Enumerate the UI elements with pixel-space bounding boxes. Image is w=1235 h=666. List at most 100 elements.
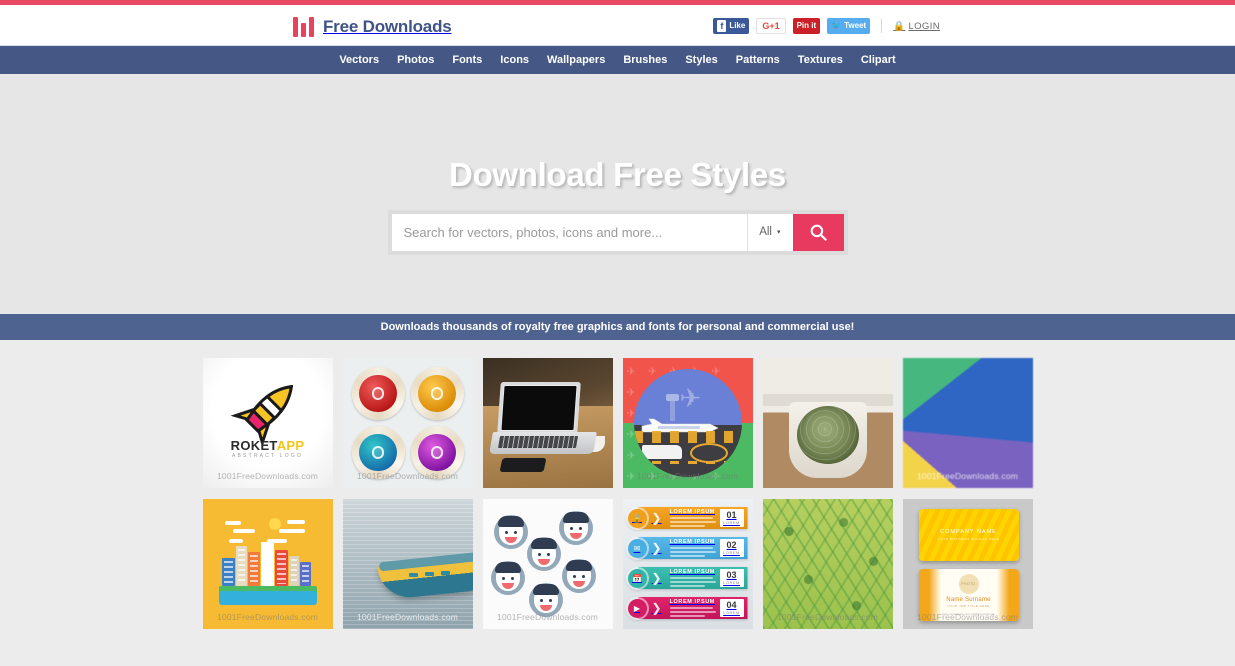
thumbnail-infographic[interactable]: 🔒 ❯ LOREM IPSUM 01 LOREM ✉ ❯ LOREM IPSUM — [622, 499, 753, 629]
login-label: LOGIN — [908, 20, 940, 32]
calendar-icon: 📅 — [627, 568, 647, 588]
thumbnail-laptop-photo[interactable] — [482, 358, 613, 488]
disc-grid — [351, 367, 464, 479]
business-card-front: COMPANY NAME YOUR BUSINESS SLOGAN HERE — [918, 509, 1019, 561]
lock-icon: 🔒 — [893, 20, 906, 32]
infographic-row: ▶ ❯ LOREM IPSUM 04 LOREM — [627, 595, 748, 621]
face-emoticon — [528, 583, 563, 617]
thumbnail-flat-city[interactable]: 1001FreeDownloads.com — [202, 499, 333, 629]
social-buttons: f Like G+1 Pin it 🐦 Tweet 🔒 LOGIN — [713, 18, 940, 34]
card-company-name: COMPANY NAME — [940, 529, 997, 535]
thumbnail-boat-photo[interactable]: 1001FreeDownloads.com — [342, 499, 473, 629]
thumbnail-gallery: ROKETAPP ABSTRACT LOGO 1001FreeDownloads… — [0, 340, 1235, 629]
twitter-icon: 🐦 — [831, 21, 842, 30]
thumbnail-leaf-pattern[interactable]: 1001FreeDownloads.com — [762, 499, 893, 629]
roketapp-title-1: ROKET — [230, 438, 277, 453]
infographic-number: 04 — [726, 600, 737, 610]
infographic-row: 🔒 ❯ LOREM IPSUM 01 LOREM — [627, 505, 748, 531]
google-plus-button[interactable]: G+1 — [756, 18, 786, 34]
nav-item-wallpapers[interactable]: Wallpapers — [538, 46, 614, 74]
video-icon: ▶ — [627, 598, 647, 618]
nav-item-patterns[interactable]: Patterns — [727, 46, 789, 74]
card-person-name: Name Surname — [946, 597, 991, 603]
cloud-shape — [278, 529, 305, 533]
lock-icon: 🔒 — [627, 508, 647, 528]
disc-red-icon — [351, 367, 405, 420]
disc-purple-icon — [410, 426, 464, 479]
chevron-right-icon: ❯ — [651, 541, 662, 555]
boat-window — [424, 572, 434, 576]
disc-gold-icon — [410, 367, 464, 420]
facebook-like-label: Like — [729, 21, 746, 30]
face-emoticon — [561, 559, 596, 593]
boat-window — [440, 571, 450, 575]
nav-item-photos[interactable]: Photos — [388, 46, 443, 74]
watermark: 1001FreeDownloads.com — [216, 471, 319, 481]
card-photo-placeholder: PHOTO — [958, 574, 979, 594]
search-bar: All ▾ — [387, 209, 848, 255]
watermark: 1001FreeDownloads.com — [216, 612, 319, 622]
cloud-shape — [286, 520, 305, 524]
building-shape — [247, 552, 260, 586]
city-water — [218, 591, 317, 605]
infographic-title: LOREM IPSUM — [669, 599, 715, 605]
search-icon — [810, 224, 827, 241]
nav-item-vectors[interactable]: Vectors — [330, 46, 388, 74]
infographic-sub: LOREM — [723, 520, 740, 525]
face-emoticon — [493, 515, 528, 549]
building-shape — [221, 558, 235, 586]
search-input[interactable] — [391, 213, 748, 251]
infographic-row: 📅 ❯ LOREM IPSUM 03 LOREM — [627, 565, 748, 591]
airport-scene: ✈ — [633, 369, 742, 477]
nav-item-styles[interactable]: Styles — [676, 46, 726, 74]
gallery-row: ROKETAPP ABSTRACT LOGO 1001FreeDownloads… — [202, 358, 1033, 488]
facebook-like-button[interactable]: f Like — [713, 18, 750, 34]
nav-item-fonts[interactable]: Fonts — [443, 46, 491, 74]
thumbnail-airport-illustration[interactable]: ✈✈✈✈✈✈✈✈✈✈✈✈✈✈✈✈✈✈✈✈✈✈✈✈✈✈✈✈✈✈ ✈ 1001Fre… — [622, 358, 753, 488]
roketapp-title-2: APP — [276, 438, 305, 453]
chevron-down-icon: ▾ — [776, 229, 781, 237]
thumbnail-roketapp-logo[interactable]: ROKETAPP ABSTRACT LOGO 1001FreeDownloads… — [202, 358, 333, 488]
building-shape — [274, 550, 288, 586]
nav-item-textures[interactable]: Textures — [789, 46, 852, 74]
thumbnail-face-emoticons[interactable]: 1001FreeDownloads.com — [482, 499, 613, 629]
thumbnail-rainbow-swirl[interactable]: 1001FreeDownloads.com — [902, 358, 1033, 488]
cloud-shape — [232, 529, 255, 533]
main-navigation: Vectors Photos Fonts Icons Wallpapers Br… — [0, 46, 1235, 74]
brand-name: Free Downloads — [323, 16, 452, 36]
nav-item-clipart[interactable]: Clipart — [852, 46, 905, 74]
infographic-title: LOREM IPSUM — [669, 509, 715, 515]
building-shape — [260, 542, 274, 586]
face-emoticon — [558, 511, 593, 545]
search-category-select[interactable]: All ▾ — [747, 213, 792, 251]
laptop-screen — [496, 382, 581, 434]
thumbnail-cactus-photo[interactable] — [762, 358, 893, 488]
cloud-shape — [228, 539, 243, 543]
face-emoticon — [526, 537, 561, 571]
infographic-title: LOREM IPSUM — [669, 569, 715, 575]
nav-item-icons[interactable]: Icons — [491, 46, 538, 74]
thumbnail-cd-discs[interactable]: 1001FreeDownloads.com — [342, 358, 473, 488]
promo-text: Downloads thousands of royalty free grap… — [380, 321, 855, 333]
gallery-row: 1001FreeDownloads.com 1001FreeDownloads.… — [202, 499, 1033, 629]
building-shape — [288, 556, 299, 586]
search-field-group: All ▾ — [391, 213, 793, 251]
service-truck — [641, 445, 682, 459]
card-company-slogan: YOUR BUSINESS SLOGAN HERE — [937, 537, 1000, 541]
site-logo[interactable]: Free Downloads — [293, 15, 452, 37]
cloud-shape — [224, 521, 241, 525]
cactus-plant — [796, 406, 859, 464]
login-link[interactable]: 🔒 LOGIN — [893, 21, 940, 32]
chevron-right-icon: ❯ — [651, 601, 662, 615]
phone-object — [499, 458, 546, 472]
building-shape — [299, 562, 311, 586]
business-card-back: PHOTO Name Surname YOUR JOB TITLE HERE w… — [918, 569, 1019, 621]
chevron-right-icon: ❯ — [651, 511, 662, 525]
search-button[interactable] — [792, 213, 844, 251]
thumbnail-business-card[interactable]: COMPANY NAME YOUR BUSINESS SLOGAN HERE P… — [902, 499, 1033, 629]
pinterest-pin-button[interactable]: Pin it — [792, 18, 821, 34]
page-title: Download Free Styles — [449, 155, 786, 193]
card-contact: www.yourwebsite.com mail@yourmail.com — [941, 612, 996, 616]
twitter-tweet-button[interactable]: 🐦 Tweet — [827, 18, 871, 34]
nav-item-brushes[interactable]: Brushes — [614, 46, 676, 74]
